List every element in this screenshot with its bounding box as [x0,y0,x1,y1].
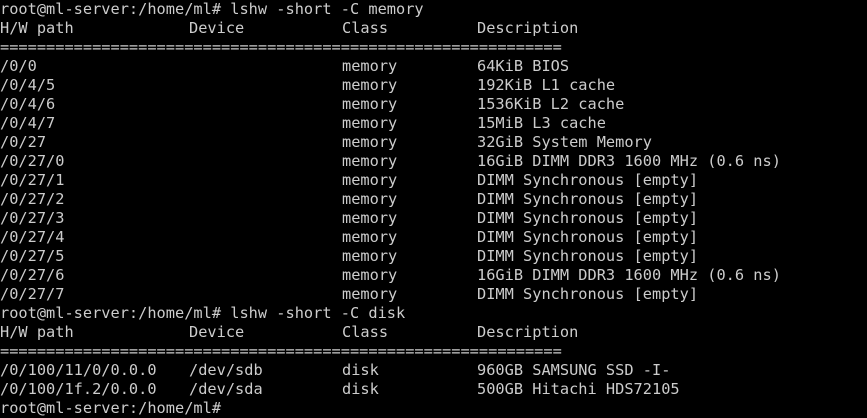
device-cell: /dev/sda [189,379,263,398]
description-cell: 500GB Hitachi HDS72105 [477,379,680,398]
description-cell: DIMM Synchronous [empty] [477,189,699,208]
table-row: /0/27 memory 32GiB System Memory [0,133,867,152]
description-cell: 32GiB System Memory [477,132,652,151]
header-hw-path: H/W path [0,322,74,341]
table-row: /0/27/6 memory 16GiB DIMM DDR3 1600 MHz … [0,266,867,285]
description-cell: DIMM Synchronous [empty] [477,208,699,227]
description-cell: 15MiB L3 cache [477,113,606,132]
class-cell: memory [342,189,398,208]
table-row: /0/100/1f.2/0.0.0 /dev/sda disk 500GB Hi… [0,380,867,399]
hw-path-cell: /0/27/0 [0,151,65,170]
header-class: Class [342,322,389,341]
hw-path-cell: /0/27/6 [0,265,65,284]
header-device: Device [189,18,245,37]
hw-path-cell: /0/27/2 [0,189,65,208]
hw-path-cell: /0/27/1 [0,170,65,189]
class-cell: memory [342,75,398,94]
header-hw-path: H/W path [0,18,74,37]
hw-path-cell: /0/27/4 [0,227,65,246]
table-row: /0/27/4 memory DIMM Synchronous [empty] [0,228,867,247]
hw-path-cell: /0/27/3 [0,208,65,227]
class-cell: memory [342,151,398,170]
hw-path-cell: /0/100/1f.2/0.0.0 [0,379,157,398]
description-cell: DIMM Synchronous [empty] [477,170,699,189]
class-cell: memory [342,246,398,265]
table-row: /0/27/0 memory 16GiB DIMM DDR3 1600 MHz … [0,152,867,171]
description-cell: 1536KiB L2 cache [477,94,625,113]
hw-path-cell: /0/4/5 [0,75,56,94]
table-row: /0/4/6 memory 1536KiB L2 cache [0,95,867,114]
class-cell: disk [342,360,379,379]
description-cell: 64KiB BIOS [477,56,570,75]
table-row: /0/4/5 memory 192KiB L1 cache [0,76,867,95]
hw-path-cell: /0/27/5 [0,246,65,265]
description-cell: DIMM Synchronous [empty] [477,227,699,246]
hw-path-cell: /0/27 [0,132,47,151]
separator-line: ========================================… [0,37,562,56]
class-cell: disk [342,379,379,398]
class-cell: memory [342,284,398,303]
command-line: root@ml-server:/home/ml# lshw -short -C … [0,0,424,18]
description-cell: DIMM Synchronous [empty] [477,246,699,265]
hw-path-cell: /0/4/7 [0,113,56,132]
description-cell: DIMM Synchronous [empty] [477,284,699,303]
table-row: /0/27/7 memory DIMM Synchronous [empty] [0,285,867,304]
class-cell: memory [342,94,398,113]
table-row: /0/27/2 memory DIMM Synchronous [empty] [0,190,867,209]
command-line: root@ml-server:/home/ml# lshw -short -C … [0,303,406,322]
device-cell: /dev/sdb [189,360,263,379]
hw-path-cell: /0/27/7 [0,284,65,303]
class-cell: memory [342,265,398,284]
header-device: Device [189,322,245,341]
class-cell: memory [342,113,398,132]
class-cell: memory [342,208,398,227]
table-header: H/W path Device Class Description [0,19,867,38]
hw-path-cell: /0/100/11/0/0.0.0 [0,360,157,379]
description-cell: 16GiB DIMM DDR3 1600 MHz (0.6 ns) [477,265,781,284]
description-cell: 960GB SAMSUNG SSD -I- [477,360,671,379]
hw-path-cell: /0/0 [0,56,37,75]
terminal-window[interactable]: root@ml-server:/home/ml# lshw -short -C … [0,0,867,417]
description-cell: 192KiB L1 cache [477,75,616,94]
hw-path-cell: /0/4/6 [0,94,56,113]
table-row: /0/27/5 memory DIMM Synchronous [empty] [0,247,867,266]
class-cell: memory [342,132,398,151]
header-description: Description [477,322,579,341]
description-cell: 16GiB DIMM DDR3 1600 MHz (0.6 ns) [477,151,781,170]
table-row: /0/100/11/0/0.0.0 /dev/sdb disk 960GB SA… [0,361,867,380]
table-row: /0/4/7 memory 15MiB L3 cache [0,114,867,133]
table-row: /0/27/3 memory DIMM Synchronous [empty] [0,209,867,228]
header-description: Description [477,18,579,37]
class-cell: memory [342,56,398,75]
class-cell: memory [342,170,398,189]
separator-line: ========================================… [0,341,562,360]
table-row: /0/27/1 memory DIMM Synchronous [empty] [0,171,867,190]
shell-prompt[interactable]: root@ml-server:/home/ml# [0,399,867,418]
table-header: H/W path Device Class Description [0,323,867,342]
header-class: Class [342,18,389,37]
class-cell: memory [342,227,398,246]
table-row: /0/0 memory 64KiB BIOS [0,57,867,76]
